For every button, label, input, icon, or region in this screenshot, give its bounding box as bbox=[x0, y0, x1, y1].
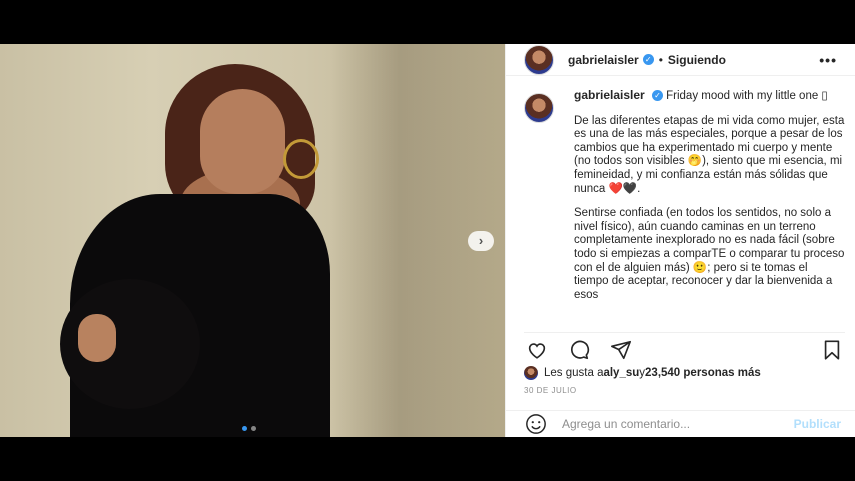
comment-icon bbox=[571, 340, 590, 359]
post-date[interactable]: 30 DE JULIO bbox=[524, 386, 577, 395]
save-button[interactable] bbox=[819, 339, 845, 361]
post-actions bbox=[524, 332, 845, 362]
share-icon bbox=[611, 340, 631, 359]
heart-icon bbox=[528, 342, 546, 359]
caption-avatar[interactable] bbox=[524, 93, 554, 123]
carousel-dots bbox=[242, 426, 256, 431]
caption-first-line: Friday mood with my little one ▯ bbox=[666, 90, 828, 102]
post-side-panel: gabrielaisler ✓ • Siguiendo ••• gabriela… bbox=[505, 44, 855, 437]
comment-button[interactable] bbox=[566, 339, 592, 361]
liker-username[interactable]: aly_su bbox=[603, 367, 639, 379]
caption-username[interactable]: gabrielaisler bbox=[574, 89, 645, 102]
post-modal: › gabrielaisler ✓ • Siguiendo ••• gabrie… bbox=[0, 44, 855, 437]
carousel-dot-active bbox=[242, 426, 247, 431]
caption-body: gabrielaisler ✓ Friday mood with my litt… bbox=[574, 89, 845, 327]
caption-paragraph: Sentirse confiada (en todos los sentidos… bbox=[574, 207, 845, 301]
comment-bar: Publicar bbox=[506, 410, 855, 437]
carousel-dot bbox=[251, 426, 256, 431]
avatar[interactable] bbox=[524, 44, 554, 75]
more-options-icon[interactable]: ••• bbox=[819, 52, 837, 68]
chevron-right-icon: › bbox=[478, 233, 484, 248]
comment-input[interactable] bbox=[562, 417, 794, 431]
likes-summary: Les gusta a aly_su y 23,540 personas más bbox=[524, 366, 761, 380]
photo-earring bbox=[283, 139, 319, 179]
emoji-icon bbox=[526, 414, 546, 434]
verified-badge-icon: ✓ bbox=[642, 54, 654, 65]
post-header: gabrielaisler ✓ • Siguiendo ••• bbox=[506, 44, 855, 76]
emoji-button[interactable] bbox=[524, 412, 548, 436]
next-photo-button[interactable]: › bbox=[468, 231, 494, 251]
liker-avatar bbox=[524, 366, 538, 380]
photo-hand bbox=[78, 314, 116, 362]
share-button[interactable] bbox=[608, 339, 634, 361]
photo-face bbox=[200, 89, 285, 194]
header-separator: • bbox=[658, 52, 663, 67]
follow-status-button[interactable]: Siguiendo bbox=[668, 53, 726, 67]
likes-count[interactable]: 23,540 personas más bbox=[645, 367, 761, 379]
post-caption: gabrielaisler ✓ Friday mood with my litt… bbox=[524, 89, 845, 327]
publish-button[interactable]: Publicar bbox=[794, 417, 841, 431]
verified-badge-icon: ✓ bbox=[651, 90, 663, 102]
like-button[interactable] bbox=[524, 339, 550, 361]
likes-prefix: Les gusta a bbox=[544, 367, 604, 379]
post-photo[interactable]: › bbox=[0, 44, 505, 437]
caption-paragraph: De las diferentes etapas de mi vida como… bbox=[574, 114, 845, 195]
bookmark-icon bbox=[824, 339, 840, 360]
header-username[interactable]: gabrielaisler bbox=[568, 53, 639, 67]
